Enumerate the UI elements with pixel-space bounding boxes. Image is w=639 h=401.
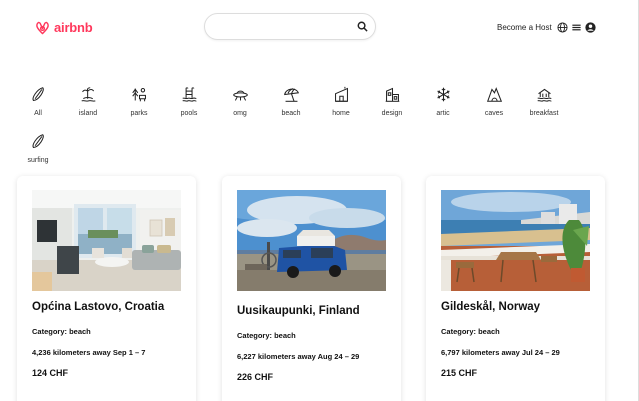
listing-title[interactable]: Gildeskål, Norway	[441, 301, 540, 313]
listing-price: 215 CHF	[441, 368, 478, 378]
listing-category: Category: beach	[441, 327, 500, 336]
category-surfing[interactable]: surfing	[8, 133, 68, 164]
ufo-icon	[232, 90, 248, 101]
listing-photo[interactable]	[237, 190, 386, 291]
pool-icon	[181, 87, 197, 102]
snowflake-icon	[436, 87, 450, 102]
listing-distance-dates: 4,236 kilometers away Sep 1 – 7	[32, 348, 146, 357]
page: airbnb Become a Host All island parks po…	[0, 0, 639, 401]
category-label: breakfast	[529, 110, 559, 117]
listing-title[interactable]: Općina Lastovo, Croatia	[32, 301, 164, 313]
category-label: All	[34, 110, 42, 117]
listing-card[interactable]: Općina Lastovo, Croatia Category: beach …	[17, 176, 196, 401]
menu-icon[interactable]	[571, 22, 582, 33]
listing-card[interactable]: Gildeskål, Norway Category: beach 6,797 …	[426, 176, 605, 401]
listing-photo[interactable]	[441, 190, 590, 291]
design-icon	[385, 87, 399, 102]
category-label: beach	[281, 110, 301, 117]
listing-image	[237, 190, 386, 291]
category-label: omg	[233, 110, 247, 117]
listing-category: Category: beach	[237, 331, 296, 340]
listing-image	[32, 190, 181, 291]
listing-price: 124 CHF	[32, 368, 69, 378]
home-icon	[334, 86, 348, 102]
category-label: caves	[484, 110, 504, 117]
listing-distance-dates: 6,227 kilometers away Aug 24 – 29	[237, 352, 360, 361]
listing-price: 226 CHF	[237, 372, 274, 382]
surfboard-icon	[32, 134, 44, 148]
breakfast-icon	[536, 88, 552, 102]
surfboard-icon	[32, 87, 44, 101]
umbrella-icon	[283, 88, 299, 102]
listing-card[interactable]: Uusikaupunki, Finland Category: beach 6,…	[222, 176, 401, 401]
cave-icon	[486, 87, 502, 102]
category-label: design	[381, 110, 403, 117]
listing-distance-dates: 6,797 kilometers away Jul 24 – 29	[441, 348, 560, 357]
park-icon	[131, 88, 146, 102]
logo-text: airbnb	[54, 19, 93, 35]
category-label: home	[332, 110, 350, 117]
user-circle-icon[interactable]	[585, 21, 596, 33]
header-right-nav: Become a Host	[497, 20, 596, 34]
airbnb-logo[interactable]: airbnb	[35, 17, 93, 37]
search-bar[interactable]	[204, 13, 376, 40]
category-breakfast[interactable]: breakfast	[514, 86, 574, 117]
listing-image	[441, 190, 590, 291]
category-label: parks	[130, 110, 148, 117]
search-input[interactable]	[215, 18, 355, 36]
listing-category: Category: beach	[32, 327, 91, 336]
category-label: pools	[180, 110, 198, 117]
airbnb-logo-icon	[36, 21, 49, 34]
listing-title[interactable]: Uusikaupunki, Finland	[237, 305, 360, 317]
category-label: island	[78, 110, 98, 117]
island-icon	[81, 87, 95, 102]
listing-photo[interactable]	[32, 190, 181, 291]
category-label: artic	[436, 110, 450, 117]
become-host-link[interactable]: Become a Host	[497, 23, 552, 32]
search-icon[interactable]	[357, 21, 368, 32]
globe-icon[interactable]	[557, 21, 568, 33]
category-label: surfing	[27, 157, 49, 164]
